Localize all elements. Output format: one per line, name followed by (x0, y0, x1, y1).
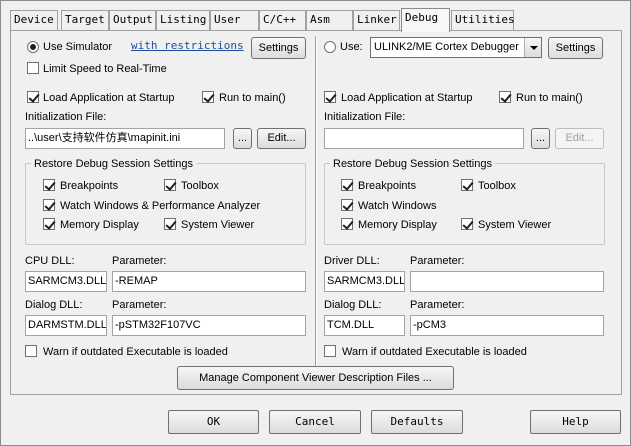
dialog-dll-input[interactable]: DARMSTM.DLL (25, 315, 107, 336)
tab-user[interactable]: User (210, 10, 259, 30)
cpu-dll-label: CPU DLL: (25, 255, 75, 267)
help-button[interactable]: Help (530, 410, 621, 434)
run-to-main-checkbox[interactable] (202, 91, 214, 103)
init-file-input[interactable]: ..\user\支持软件仿真\mapinit.ini (25, 128, 225, 149)
dialog-dll-label: Dialog DLL: (25, 299, 83, 311)
right-warn-outdated-checkbox[interactable] (324, 345, 336, 357)
tab-output[interactable]: Output (109, 10, 156, 30)
ok-button[interactable]: OK (168, 410, 259, 434)
use-debugger-label: Use: (340, 41, 363, 53)
breakpoints-label: Breakpoints (60, 180, 119, 192)
watch-windows-label: Watch Windows & Performance Analyzer (60, 200, 261, 212)
toolbox-checkbox[interactable] (164, 179, 176, 191)
warn-outdated-checkbox[interactable] (25, 345, 37, 357)
defaults-button[interactable]: Defaults (371, 410, 463, 434)
load-app-label: Load Application at Startup (43, 92, 175, 104)
tab-cpp[interactable]: C/C++ (259, 10, 306, 30)
cancel-button[interactable]: Cancel (269, 410, 361, 434)
watch-windows-checkbox[interactable] (43, 199, 55, 211)
cpu-dll-param-input[interactable]: -REMAP (112, 271, 306, 292)
right-init-file-input[interactable] (324, 128, 524, 149)
toolbox-label: Toolbox (181, 180, 219, 192)
right-breakpoints-label: Breakpoints (358, 180, 417, 192)
tab-utilities[interactable]: Utilities (451, 10, 515, 30)
driver-dll-param-label: Parameter: (410, 255, 465, 267)
dialog-dll-param-label: Parameter: (112, 299, 167, 311)
right-dialog-dll-input[interactable]: TCM.DLL (324, 315, 405, 336)
dialog-dll-param-input[interactable]: -pSTM32F107VC (112, 315, 306, 336)
driver-dll-param-input[interactable] (410, 271, 604, 292)
right-watch-windows-label: Watch Windows (358, 200, 437, 212)
driver-dll-label: Driver DLL: (324, 255, 380, 267)
tab-target[interactable]: Target (61, 10, 109, 30)
limit-speed-checkbox[interactable] (27, 62, 39, 74)
chevron-down-icon[interactable] (524, 38, 541, 57)
right-memory-display-checkbox[interactable] (341, 218, 353, 230)
use-simulator-label: Use Simulator (43, 41, 113, 53)
init-file-browse-button[interactable]: ... (233, 128, 252, 149)
load-app-checkbox[interactable] (27, 91, 39, 103)
right-system-viewer-label: System Viewer (478, 219, 552, 231)
debugger-select-value: ULINK2/ME Cortex Debugger (374, 41, 519, 53)
breakpoints-checkbox[interactable] (43, 179, 55, 191)
right-dialog-dll-label: Dialog DLL: (324, 299, 382, 311)
right-init-file-browse-button[interactable]: ... (531, 128, 550, 149)
use-simulator-radio[interactable] (27, 41, 39, 53)
system-viewer-checkbox[interactable] (164, 218, 176, 230)
tab-linker[interactable]: Linker (353, 10, 400, 30)
column-divider (315, 36, 317, 366)
right-restore-settings-title: Restore Debug Session Settings (330, 157, 495, 171)
right-memory-display-label: Memory Display (358, 219, 437, 231)
right-dialog-dll-param-input[interactable]: -pCM3 (410, 315, 604, 336)
right-init-file-label: Initialization File: (324, 111, 406, 123)
tab-device[interactable]: Device (10, 10, 58, 30)
driver-dll-input[interactable]: SARMCM3.DLL (324, 271, 405, 292)
manage-component-viewer-button[interactable]: Manage Component Viewer Description File… (177, 366, 454, 390)
init-file-edit-button[interactable]: Edit... (257, 128, 306, 149)
restore-settings-title: Restore Debug Session Settings (31, 157, 196, 171)
right-init-file-edit-button[interactable]: Edit... (555, 128, 604, 149)
memory-display-label: Memory Display (60, 219, 139, 231)
run-to-main-label: Run to main() (219, 92, 286, 104)
right-toolbox-label: Toolbox (478, 180, 516, 192)
right-watch-windows-checkbox[interactable] (341, 199, 353, 211)
right-load-app-checkbox[interactable] (324, 91, 336, 103)
right-run-to-main-checkbox[interactable] (499, 91, 511, 103)
right-breakpoints-checkbox[interactable] (341, 179, 353, 191)
right-dialog-dll-param-label: Parameter: (410, 299, 465, 311)
cpu-dll-param-label: Parameter: (112, 255, 167, 267)
memory-display-checkbox[interactable] (43, 218, 55, 230)
init-file-label: Initialization File: (25, 111, 107, 123)
debugger-select[interactable]: ULINK2/ME Cortex Debugger (370, 37, 542, 58)
warn-outdated-label: Warn if outdated Executable is loaded (43, 346, 228, 358)
cpu-dll-input[interactable]: SARMCM3.DLL (25, 271, 107, 292)
right-run-to-main-label: Run to main() (516, 92, 583, 104)
tab-listing[interactable]: Listing (156, 10, 210, 30)
use-debugger-radio[interactable] (324, 41, 336, 53)
right-toolbox-checkbox[interactable] (461, 179, 473, 191)
tab-debug[interactable]: Debug (401, 8, 450, 32)
right-system-viewer-checkbox[interactable] (461, 218, 473, 230)
debugger-settings-button[interactable]: Settings (548, 37, 603, 59)
system-viewer-label: System Viewer (181, 219, 255, 231)
right-load-app-label: Load Application at Startup (341, 92, 473, 104)
with-restrictions-link[interactable]: with restrictions (131, 39, 244, 53)
limit-speed-label: Limit Speed to Real-Time (43, 63, 167, 75)
tab-asm[interactable]: Asm (306, 10, 353, 30)
simulator-settings-button[interactable]: Settings (251, 37, 306, 59)
right-warn-outdated-label: Warn if outdated Executable is loaded (342, 346, 527, 358)
